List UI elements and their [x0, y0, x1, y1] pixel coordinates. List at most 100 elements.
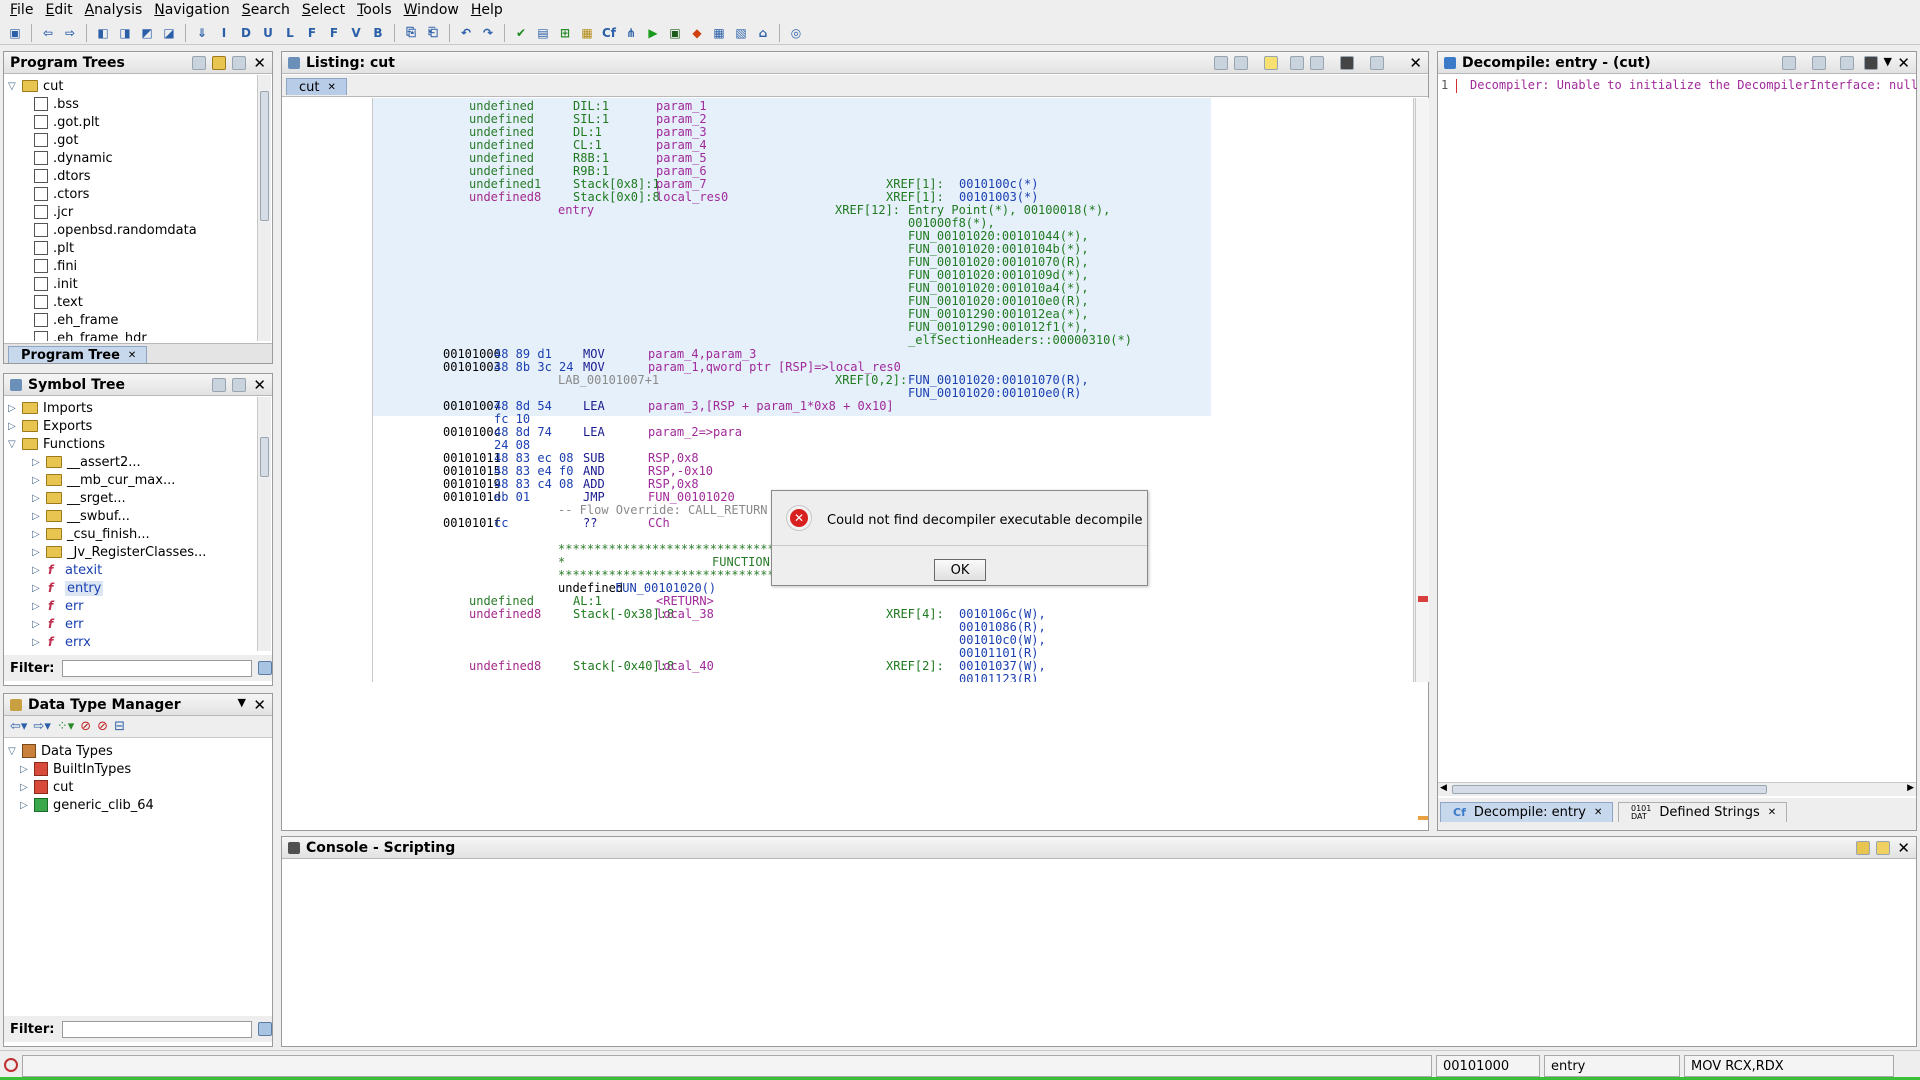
next-label-icon[interactable]: L [281, 24, 299, 42]
nav-undefined-icon[interactable]: ◩ [138, 24, 156, 42]
refresh-icon[interactable] [1782, 56, 1796, 70]
redo-icon[interactable]: ↷ [479, 24, 497, 42]
close-icon[interactable]: ✕ [1897, 839, 1910, 857]
next-down-icon[interactable]: ⇓ [193, 24, 211, 42]
overview-marker[interactable] [1418, 816, 1428, 820]
instruction-address[interactable]: 0010100c [443, 426, 501, 439]
instruction-address[interactable]: 00101007 [443, 400, 501, 413]
filter-pointers-icon[interactable]: ⊘ [97, 719, 108, 734]
function-group-node[interactable]: ▷ _csu_finish... [8, 525, 256, 543]
new-tree-icon[interactable] [192, 56, 206, 70]
snapshot-icon[interactable] [1864, 56, 1878, 70]
check-icon[interactable]: ✔ [512, 24, 530, 42]
expand-icon[interactable]: ▷ [32, 529, 44, 540]
collapse-icon[interactable]: ▽ [8, 746, 20, 757]
expand-icon[interactable]: ▷ [8, 421, 20, 432]
expand-icon[interactable]: ▷ [32, 601, 44, 612]
instruction-mnemonic[interactable]: LEA [583, 426, 605, 439]
expand-icon[interactable]: ▷ [32, 457, 44, 468]
menu-edit[interactable]: Edit [39, 2, 78, 18]
decompile-code-view[interactable]: 1 Decompiler: Unable to initialize the D… [1438, 75, 1918, 781]
tree-item-section[interactable]: .eh_frame_hdr [8, 329, 256, 341]
tree-item-section[interactable]: .jcr [8, 203, 256, 221]
field-editor-icon[interactable] [1290, 56, 1304, 70]
close-icon[interactable]: ✕ [253, 696, 266, 714]
function-group-node[interactable]: ▷ __srget... [8, 489, 256, 507]
xref-entry[interactable]: _elfSectionHeaders::00000310(*) [908, 334, 1132, 347]
xref-label[interactable]: XREF[4]: [886, 608, 944, 621]
copy-icon[interactable] [1812, 56, 1826, 70]
next-bookmark-icon[interactable]: B [369, 24, 387, 42]
close-icon[interactable]: ✕ [253, 376, 266, 394]
collapse-icon[interactable]: ▽ [8, 81, 20, 92]
console-icon[interactable]: ▣ [666, 24, 684, 42]
next-diff-icon[interactable]: V [347, 24, 365, 42]
menu-search[interactable]: Search [236, 2, 296, 18]
menu-analysis[interactable]: Analysis [79, 2, 149, 18]
decompile-hscroll[interactable]: ◀ ▶ [1438, 782, 1916, 796]
debug-icon[interactable]: ◆ [688, 24, 706, 42]
tree-item-section[interactable]: .dtors [8, 167, 256, 185]
function-group-node[interactable]: ▷ __mb_cur_max... [8, 471, 256, 489]
tab-cut[interactable]: cut ✕ [286, 78, 347, 95]
tab-program-tree[interactable]: Program Tree ✕ [8, 346, 148, 363]
instruction-address[interactable]: 00101003 [443, 361, 501, 374]
tree-item-section[interactable]: .bss [8, 95, 256, 113]
expand-icon[interactable]: ▷ [32, 619, 44, 630]
scroll-right-icon[interactable]: ▶ [1907, 783, 1914, 793]
menu-tools[interactable]: Tools [351, 2, 398, 18]
next-undefined-icon[interactable]: U [259, 24, 277, 42]
collapse-icon[interactable]: ▽ [8, 439, 20, 450]
param-type[interactable]: undefined8 [469, 191, 541, 204]
snapshot-icon[interactable] [232, 378, 246, 392]
xref-label[interactable]: XREF[2]: [886, 660, 944, 673]
label[interactable]: LAB_00101007+1 [558, 374, 659, 387]
scroll-thumb[interactable] [1452, 785, 1767, 794]
expand-icon[interactable]: ▷ [32, 565, 44, 576]
undo-icon[interactable]: ↶ [457, 24, 475, 42]
scroll-lock-icon[interactable] [1856, 841, 1870, 855]
menu-select[interactable]: Select [296, 2, 351, 18]
create-namespace-icon[interactable] [212, 378, 226, 392]
scroll-thumb[interactable] [260, 437, 269, 477]
snapshot-icon[interactable] [232, 56, 246, 70]
param-name[interactable]: local_res0 [656, 191, 728, 204]
function-node[interactable]: ▷ f err [8, 615, 256, 633]
run-script-icon[interactable]: ▶ [644, 24, 662, 42]
instruction-operands[interactable]: CCh [648, 517, 670, 530]
decompiler-icon[interactable]: Cf [600, 24, 618, 42]
forward-icon[interactable]: ⇨▾ [33, 719, 50, 734]
xref-entry[interactable]: 00101123(R) [959, 673, 1038, 683]
instruction-operands[interactable]: param_3,[RSP + param_1*0x8 + 0x10] [648, 400, 894, 413]
function-group-node[interactable]: ▷ __swbuf... [8, 507, 256, 525]
display-options-icon[interactable] [1370, 56, 1384, 70]
instruction-operands[interactable]: param_2=>para [648, 426, 742, 439]
back-icon[interactable]: ⇦ [39, 24, 57, 42]
diff-icon[interactable] [1310, 56, 1324, 70]
next-instruction-icon[interactable]: I [215, 24, 233, 42]
tree-node-exports[interactable]: ▷ Exports [8, 417, 256, 435]
function-graph-icon[interactable]: ⊞ [556, 24, 574, 42]
table-icon[interactable]: ▦ [710, 24, 728, 42]
param-name[interactable]: local_38 [656, 608, 714, 621]
filter-options-icon[interactable] [258, 661, 272, 675]
filter-types-icon[interactable]: ⁘▾ [57, 719, 74, 734]
copy-icon[interactable] [1214, 56, 1228, 70]
menu-window[interactable]: Window [398, 2, 465, 18]
xref-entry[interactable]: FUN_00101020:001010e0(R) [908, 387, 1081, 400]
filter-arrays-icon[interactable]: ⊘ [80, 719, 91, 734]
xref-label[interactable]: XREF[12]: [835, 204, 900, 217]
nav-func-icon[interactable]: ◪ [160, 24, 178, 42]
tree-item-section[interactable]: .got.plt [8, 113, 256, 131]
data-type-filter-input[interactable] [62, 1020, 253, 1038]
close-icon[interactable]: ✕ [253, 54, 266, 72]
save-icon[interactable]: ▣ [6, 24, 24, 42]
tree-item-section[interactable]: .plt [8, 239, 256, 257]
expand-icon[interactable]: ▷ [32, 475, 44, 486]
snapshot-icon[interactable] [1340, 56, 1354, 70]
menu-navigation[interactable]: Navigation [148, 2, 236, 18]
tree-item-section[interactable]: .dynamic [8, 149, 256, 167]
next-function-icon[interactable]: F [303, 24, 321, 42]
param-type[interactable]: undefined8 [469, 660, 541, 673]
forward-icon[interactable]: ⇨ [61, 24, 79, 42]
